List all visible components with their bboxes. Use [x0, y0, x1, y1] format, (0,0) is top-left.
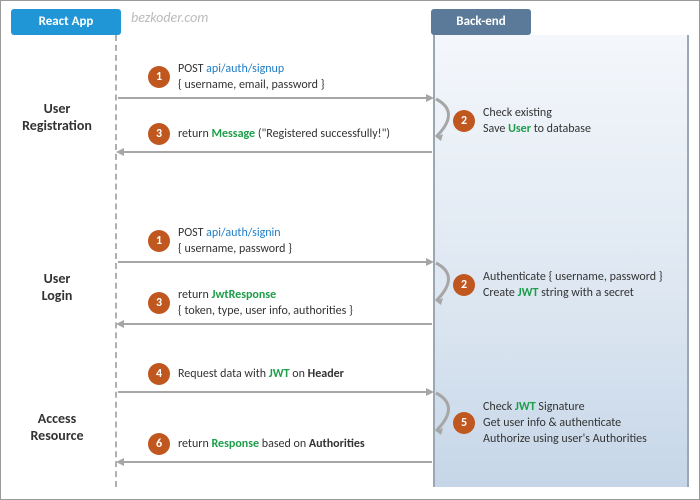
label-line: Registration	[22, 117, 92, 134]
step-text: return Message ("Registered successfully…	[178, 126, 390, 142]
step-text: Check JWT Signature Get user info & auth…	[483, 399, 647, 448]
step-badge: 5	[453, 412, 475, 434]
section-login: User Login	[7, 271, 107, 305]
step-reg-2: 2 Check existing Save User to database	[453, 105, 679, 137]
step-login-3: 3 return JwtResponse { token, type, user…	[148, 287, 418, 319]
step-badge: 2	[453, 110, 475, 132]
header-backend: Back-end	[431, 9, 531, 35]
label-line: Resource	[30, 427, 83, 444]
lifeline-react	[115, 35, 117, 487]
arrow-login-request	[118, 261, 432, 263]
step-login-2: 2 Authenticate { username, password } Cr…	[453, 269, 679, 301]
step-text: POST api/auth/signup { username, email, …	[178, 61, 324, 93]
section-access: Access Resource	[7, 411, 107, 445]
step-reg-1: 1 POST api/auth/signup { username, email…	[148, 61, 418, 93]
arrow-reg-response	[118, 151, 432, 153]
step-text: return JwtResponse { token, type, user i…	[178, 287, 353, 319]
step-text: Request data with JWT on Header	[178, 366, 344, 382]
arrow-access-request	[118, 391, 432, 393]
step-text: POST api/auth/signin { username, passwor…	[178, 225, 292, 257]
step-badge: 1	[148, 66, 170, 88]
arrow-reg-request	[118, 97, 432, 99]
label-line: User	[44, 270, 71, 287]
section-registration: User Registration	[7, 101, 107, 135]
step-reg-3: 3 return Message ("Registered successful…	[148, 123, 418, 145]
label-line: Login	[42, 287, 73, 304]
step-access-4: 4 Request data with JWT on Header	[148, 363, 418, 385]
step-text: Authenticate { username, password } Crea…	[483, 269, 663, 301]
step-badge: 3	[148, 123, 170, 145]
step-text: Check existing Save User to database	[483, 105, 591, 137]
step-badge: 2	[453, 274, 475, 296]
step-badge: 3	[148, 292, 170, 314]
step-badge: 1	[148, 230, 170, 252]
watermark: bezkoder.com	[131, 9, 208, 26]
arrow-access-response	[118, 461, 432, 463]
label-line: Access	[38, 410, 76, 427]
header-react-app: React App	[11, 9, 121, 35]
label-line: User	[44, 100, 71, 117]
step-text: return Response based on Authorities	[178, 436, 365, 452]
step-badge: 6	[148, 433, 170, 455]
step-access-5: 5 Check JWT Signature Get user info & au…	[453, 399, 679, 448]
step-badge: 4	[148, 363, 170, 385]
sequence-diagram: bezkoder.com React App Back-end User Reg…	[0, 0, 700, 500]
step-login-1: 1 POST api/auth/signin { username, passw…	[148, 225, 418, 257]
arrow-login-response	[118, 323, 432, 325]
step-access-6: 6 return Response based on Authorities	[148, 433, 418, 455]
